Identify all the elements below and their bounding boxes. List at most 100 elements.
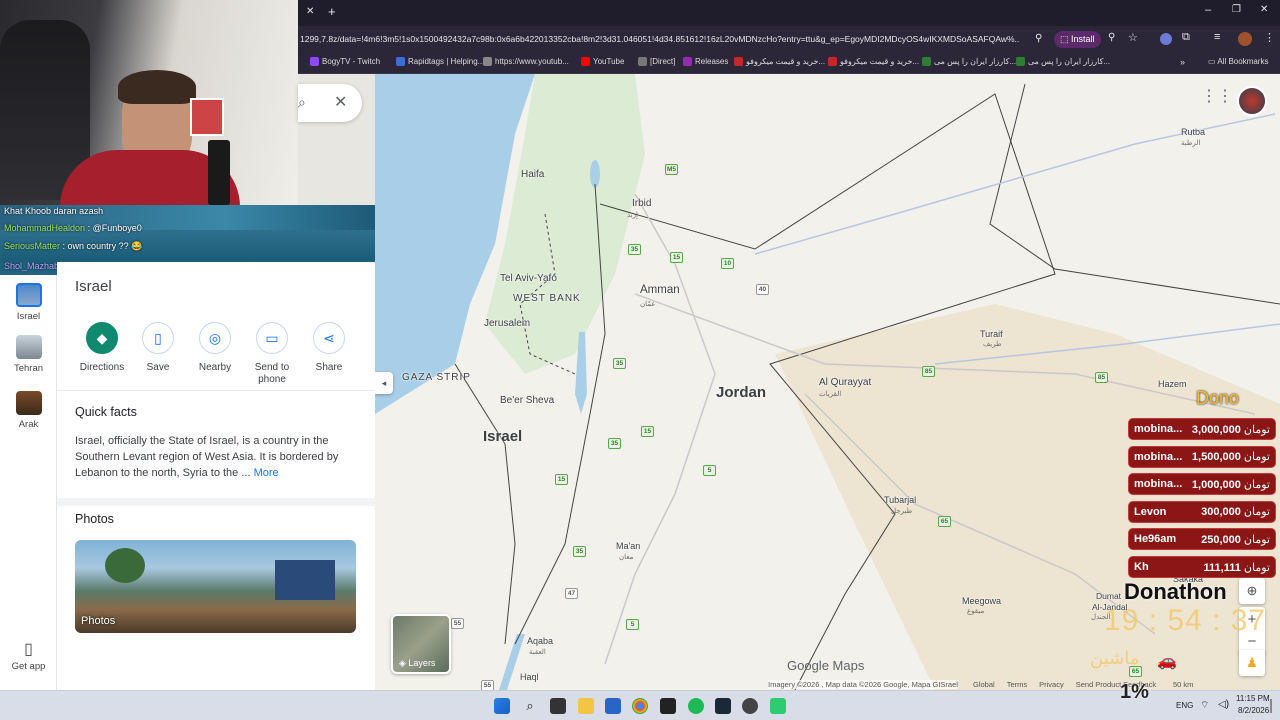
search-icon[interactable]: ⌕ [298,94,306,111]
maximize-button[interactable]: ❐ [1232,4,1241,15]
more-link[interactable]: More [254,467,279,479]
person-hair [118,70,196,104]
bookmark-item[interactable]: خرید و قیمت میکروفو... [828,57,919,66]
bookmark-label: https://www.youtub... [495,57,569,66]
account-avatar[interactable] [1237,86,1267,116]
star-icon[interactable]: ☆ [1128,31,1138,44]
bookmark-favicon-icon [1016,57,1025,66]
window-close-button[interactable]: ✕ [1260,4,1268,15]
bookmark-favicon-icon [483,57,492,66]
bookmark-item[interactable]: https://www.youtub... [483,57,569,66]
start-icon[interactable] [494,698,510,714]
url-field[interactable]: 1299,7.8z/data=!4m6!3m5!1s0x1500492432a7… [300,34,1020,44]
my-location-button[interactable]: ⊕ [1239,578,1265,604]
bookmark-item[interactable]: کارزار ایران را پس می... [922,57,1016,66]
get-app-button[interactable]: ▯ Get app [0,639,57,672]
highway-shield: 35 [573,546,586,557]
save-button[interactable]: ▯ Save [130,322,186,374]
bookmark-item[interactable]: BogyTV - Twitch [310,57,380,66]
task-view-icon[interactable] [550,698,566,714]
address-bar: 1299,7.8z/data=!4m6!3m5!1s0x1500492432a7… [298,26,1280,53]
poster [190,98,224,136]
profile-avatar[interactable] [1238,32,1252,46]
label-tubarjal-ar: طبرجل [891,508,913,515]
search-box[interactable]: ⌕ ✕ [298,84,362,122]
clock-time[interactable]: 11:15 PM [1236,694,1270,703]
photo-tree [105,548,145,583]
close-tab-icon[interactable]: ✕ [306,6,314,17]
bookmark-favicon-icon [683,57,692,66]
collapse-panel-button[interactable]: ◂ [375,372,393,394]
apps-grid-icon[interactable]: ⋮⋮ [1201,86,1233,112]
bookmarks-overflow-icon[interactable]: » [1180,57,1185,67]
obs-icon[interactable] [742,698,758,714]
highway-shield: 47 [565,588,578,599]
photos-thumbnail[interactable]: Photos [75,540,356,633]
app-icon[interactable] [660,698,676,714]
steam-icon[interactable] [715,698,731,714]
vscode-icon[interactable] [605,698,621,714]
action-label: Save [146,362,170,373]
bookmark-item[interactable]: Rapidtags | Helping... [396,57,484,66]
media-icon[interactable]: ≡ [1214,31,1220,43]
spotify-icon[interactable] [688,698,704,714]
show-desktop[interactable] [1270,699,1272,713]
bookmark-item[interactable]: YouTube [581,57,624,66]
search-taskbar-icon[interactable]: ⌕ [522,698,538,714]
donation-currency: تومان [1243,478,1270,491]
zoom-icon[interactable]: ⚲ [1108,32,1115,43]
file-explorer-icon[interactable] [578,698,594,714]
language-indicator[interactable]: ENG [1176,701,1193,710]
chrome-icon[interactable] [632,698,648,714]
donation-value: 1,500,000 [1191,451,1241,464]
rail-item-israel[interactable]: Israel [0,283,57,322]
nearby-button[interactable]: ◎ Nearby [187,322,243,374]
clock-date[interactable]: 8/2/2026 [1238,706,1269,715]
install-button[interactable]: ⬚ Install [1054,31,1101,48]
goal-text: ماشین [1090,648,1140,668]
label-meegowa-ar: ميقوع [967,608,985,615]
directions-button[interactable]: ◆ Directions [74,322,130,374]
highway-shield: 65 [938,516,951,527]
label-haql: Haql [520,672,539,682]
footer-privacy[interactable]: Privacy [1039,680,1064,689]
quick-facts-text: Israel, officially the State of Israel, … [75,433,357,481]
bookmark-label: کارزار ایران را پس می... [934,57,1017,66]
label-jordan: Jordan [716,384,767,401]
all-bookmarks[interactable]: ▭ All Bookmarks [1208,57,1268,66]
bookmark-item[interactable]: [Direct] [638,57,675,66]
wifi-icon[interactable]: ⌔ [1200,699,1209,712]
rail-item-arak[interactable]: Arak [0,391,57,430]
footer-global[interactable]: Global [973,680,995,689]
layers-button[interactable]: ◈ Layers [391,614,451,674]
send-to-phone-button[interactable]: ▭ Send to phone [244,322,300,386]
volume-icon[interactable]: ◁) [1218,699,1229,710]
label-jerusalem: Jerusalem [484,318,531,329]
menu-icon[interactable]: ⋮ [1264,31,1275,44]
bookmark-label: YouTube [593,57,625,66]
footer-terms[interactable]: Terms [1007,680,1027,689]
bookmark-item[interactable]: خرید و قیمت میکروفو... [734,57,825,66]
bookmark-item[interactable]: کارزار ایران را پس می... [1016,57,1110,66]
close-search-icon[interactable]: ✕ [334,92,347,112]
directions-icon: ◆ [86,322,118,354]
puzzle-icon[interactable]: ⧉ [1182,31,1190,44]
layers-icon: ◈ Layers [399,658,436,668]
new-tab-button[interactable]: + [328,4,336,19]
highway-shield: M5 [665,164,678,175]
app-green-icon[interactable] [770,698,786,714]
location-icon[interactable]: ⚲ [1035,33,1042,44]
rail-item-tehran[interactable]: Tehran [0,335,57,374]
bookmark-icon: ▯ [142,322,174,354]
sea-of-galilee [590,160,600,188]
highway-shield: 35 [608,438,621,449]
extension-icon[interactable] [1160,33,1172,45]
donation-row: mobina... تومان 3,000,000 [1128,418,1276,440]
share-button[interactable]: ⋖ Share [301,322,357,374]
rail-label: Israel [16,311,41,322]
minimize-button[interactable]: – [1205,4,1211,16]
border-iraq [989,83,1280,305]
chat-message: MohammadHealdon : @Funboye0 [4,223,142,233]
bookmark-item[interactable]: Releases [683,57,728,66]
pegman-icon[interactable]: ♟ [1239,650,1265,676]
